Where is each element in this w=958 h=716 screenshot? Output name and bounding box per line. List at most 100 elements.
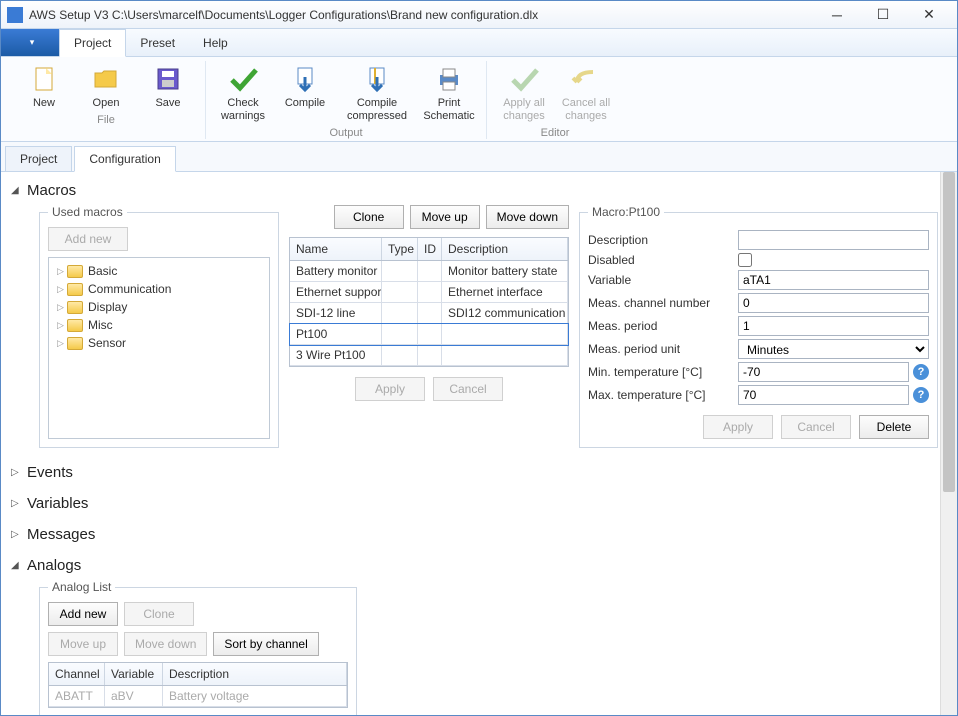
section-variables-header[interactable]: ▷Variables [11, 493, 938, 514]
folder-icon [67, 265, 83, 278]
move-down-button[interactable]: Move down [486, 205, 569, 229]
open-folder-icon [90, 63, 122, 95]
section-messages-header[interactable]: ▷Messages [11, 524, 938, 545]
compile-icon [289, 63, 321, 95]
folder-icon [67, 283, 83, 296]
scrollbar-thumb[interactable] [943, 172, 955, 492]
analog-move-up-button: Move up [48, 632, 118, 656]
add-new-macro-button: Add new [48, 227, 128, 251]
disabled-checkbox[interactable] [738, 253, 752, 267]
grid-row[interactable]: Ethernet supportEthernet interface [290, 282, 568, 303]
col-name[interactable]: Name [290, 238, 382, 260]
help-icon[interactable]: ? [913, 364, 929, 380]
help-icon[interactable]: ? [913, 387, 929, 403]
meas-unit-select[interactable]: Minutes [738, 339, 929, 359]
tree-item-display[interactable]: ▷Display [53, 298, 265, 316]
undo-arrow-icon [570, 63, 602, 95]
ribbon-group-file-label: File [97, 114, 115, 126]
detail-cancel-button: Cancel [781, 415, 851, 439]
print-schematic-button[interactable]: Print Schematic [420, 61, 478, 125]
meas-channel-field[interactable] [738, 293, 929, 313]
menu-preset[interactable]: Preset [126, 29, 189, 56]
check-warnings-button[interactable]: Check warnings [214, 61, 272, 125]
move-up-button[interactable]: Move up [410, 205, 480, 229]
analog-add-new-button[interactable]: Add new [48, 602, 118, 626]
clone-button[interactable]: Clone [334, 205, 404, 229]
tree-item-sensor[interactable]: ▷Sensor [53, 334, 265, 352]
tree-item-basic[interactable]: ▷Basic [53, 262, 265, 280]
col-id[interactable]: ID [418, 238, 442, 260]
caret-down-icon: ◢ [11, 560, 23, 571]
description-field[interactable] [738, 230, 929, 250]
caret-right-icon: ▷ [11, 498, 23, 509]
max-temp-field[interactable] [738, 385, 909, 405]
tab-project[interactable]: Project [5, 146, 72, 171]
used-macros-fieldset: Used macros Add new ▷Basic ▷Communicatio… [39, 205, 279, 448]
menu-project[interactable]: Project [59, 29, 126, 57]
ribbon-group-editor-label: Editor [541, 127, 570, 139]
check-icon [227, 63, 259, 95]
cancel-all-button: Cancel all changes [557, 61, 615, 125]
macro-grid[interactable]: Name Type ID Description Battery monitor… [289, 237, 569, 367]
folder-icon [67, 301, 83, 314]
grid-row[interactable]: SDI-12 lineSDI12 communication bus [290, 303, 568, 324]
tab-configuration[interactable]: Configuration [74, 146, 175, 172]
minimize-button[interactable]: ─ [815, 4, 859, 26]
analog-sort-button[interactable]: Sort by channel [213, 632, 318, 656]
grid-row[interactable]: Battery monitorMonitor battery state [290, 261, 568, 282]
app-icon [7, 7, 23, 23]
caret-right-icon: ▷ [11, 467, 23, 478]
macro-detail-title: Macro:Pt100 [588, 205, 664, 219]
apply-check-icon [508, 63, 540, 95]
variable-field[interactable] [738, 270, 929, 290]
caret-right-icon: ▷ [11, 529, 23, 540]
folder-icon [67, 319, 83, 332]
window-title: AWS Setup V3 C:\Users\marcelf\Documents\… [29, 8, 815, 22]
new-button[interactable]: New [15, 61, 73, 112]
macro-cancel-button: Cancel [433, 377, 503, 401]
analog-list-legend: Analog List [48, 580, 115, 594]
tree-item-misc[interactable]: ▷Misc [53, 316, 265, 334]
ribbon-group-output-label: Output [329, 127, 362, 139]
analog-grid[interactable]: Channel Variable Description ABATT aBV B… [48, 662, 348, 708]
folder-icon [67, 337, 83, 350]
menu-help[interactable]: Help [189, 29, 242, 56]
printer-icon [433, 63, 465, 95]
min-temp-field[interactable] [738, 362, 909, 382]
section-events-header[interactable]: ▷Events [11, 462, 938, 483]
close-button[interactable]: ✕ [907, 4, 951, 26]
detail-delete-button[interactable]: Delete [859, 415, 929, 439]
caret-down-icon: ◢ [11, 185, 23, 196]
analog-clone-button: Clone [124, 602, 194, 626]
save-disk-icon [152, 63, 184, 95]
grid-row-selected[interactable]: Pt100 [290, 324, 568, 345]
compile-button[interactable]: Compile [276, 61, 334, 125]
analog-list-fieldset: Analog List Add new Clone Move up Move d… [39, 580, 357, 715]
apply-all-button: Apply all changes [495, 61, 553, 125]
used-macros-legend: Used macros [48, 205, 127, 219]
meas-period-field[interactable] [738, 316, 929, 336]
save-button[interactable]: Save [139, 61, 197, 112]
section-macros-header[interactable]: ◢ Macros [11, 180, 938, 201]
titlebar: AWS Setup V3 C:\Users\marcelf\Documents\… [1, 1, 957, 29]
macro-detail-fieldset: Macro:Pt100 Description Disabled Variabl… [579, 205, 938, 448]
vertical-scrollbar[interactable] [940, 172, 957, 715]
tree-item-communication[interactable]: ▷Communication [53, 280, 265, 298]
detail-apply-button: Apply [703, 415, 773, 439]
document-tabs: Project Configuration [1, 142, 957, 172]
analog-move-down-button: Move down [124, 632, 207, 656]
grid-row[interactable]: 3 Wire Pt100 [290, 345, 568, 366]
macro-tree[interactable]: ▷Basic ▷Communication ▷Display ▷Misc ▷Se… [48, 257, 270, 439]
menu-strip: Project Preset Help [1, 29, 957, 57]
file-menu-button[interactable] [1, 29, 59, 56]
col-type[interactable]: Type [382, 238, 418, 260]
compile-compressed-button[interactable]: Compile compressed [338, 61, 416, 125]
ribbon: New Open Save File Check warnings [1, 57, 957, 142]
section-analogs-header[interactable]: ◢Analogs [11, 555, 938, 576]
col-desc[interactable]: Description [442, 238, 568, 260]
maximize-button[interactable]: ☐ [861, 4, 905, 26]
open-button[interactable]: Open [77, 61, 135, 112]
new-file-icon [28, 63, 60, 95]
compile-compressed-icon [361, 63, 393, 95]
analog-row[interactable]: ABATT aBV Battery voltage [49, 686, 347, 707]
